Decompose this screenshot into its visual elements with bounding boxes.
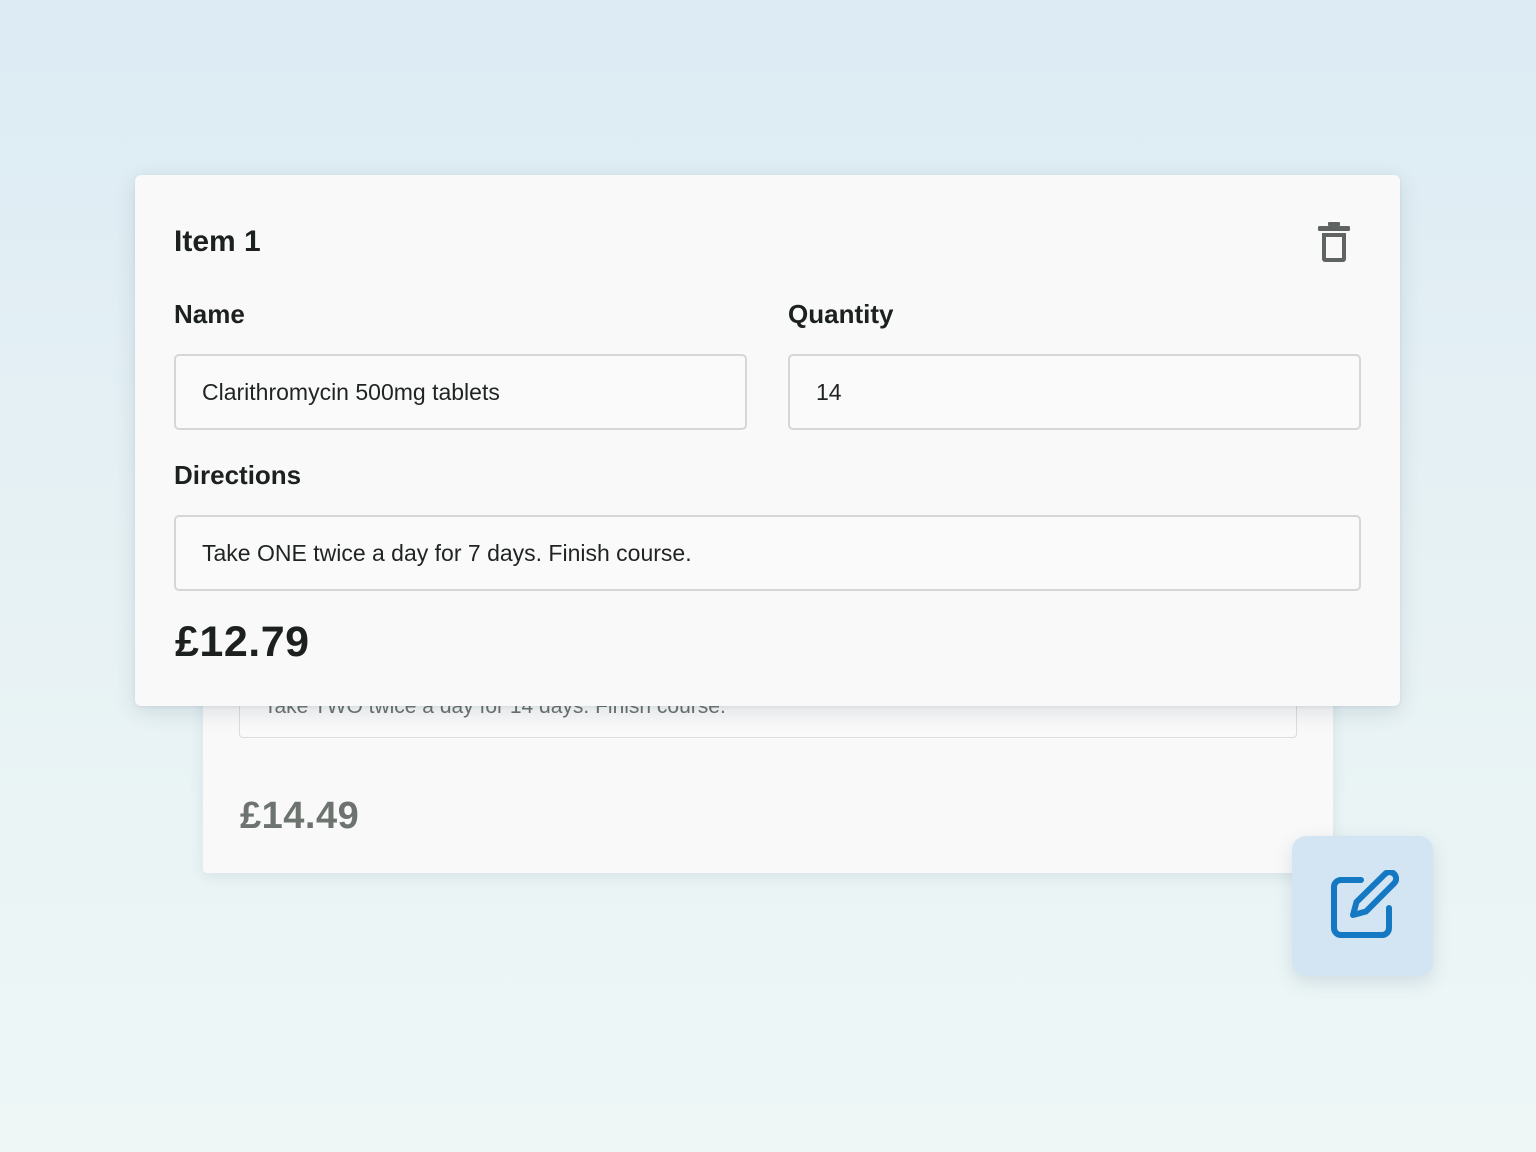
quantity-input[interactable] — [788, 354, 1361, 430]
item-title: Item 1 — [174, 225, 261, 258]
directions-input[interactable] — [174, 515, 1361, 591]
name-input[interactable] — [174, 354, 747, 430]
item-2-price: £14.49 — [240, 795, 360, 837]
name-label: Name — [174, 299, 245, 329]
quantity-label: Quantity — [788, 299, 894, 329]
edit-button[interactable] — [1292, 836, 1433, 976]
trash-icon — [1318, 222, 1350, 262]
edit-pencil-icon — [1330, 870, 1399, 938]
delete-item-button[interactable] — [1311, 219, 1357, 265]
directions-label: Directions — [174, 460, 302, 490]
item-price: £12.79 — [175, 618, 310, 666]
item-card-1: Item 1 Name Quantity Directions £12.79 — [135, 175, 1400, 706]
